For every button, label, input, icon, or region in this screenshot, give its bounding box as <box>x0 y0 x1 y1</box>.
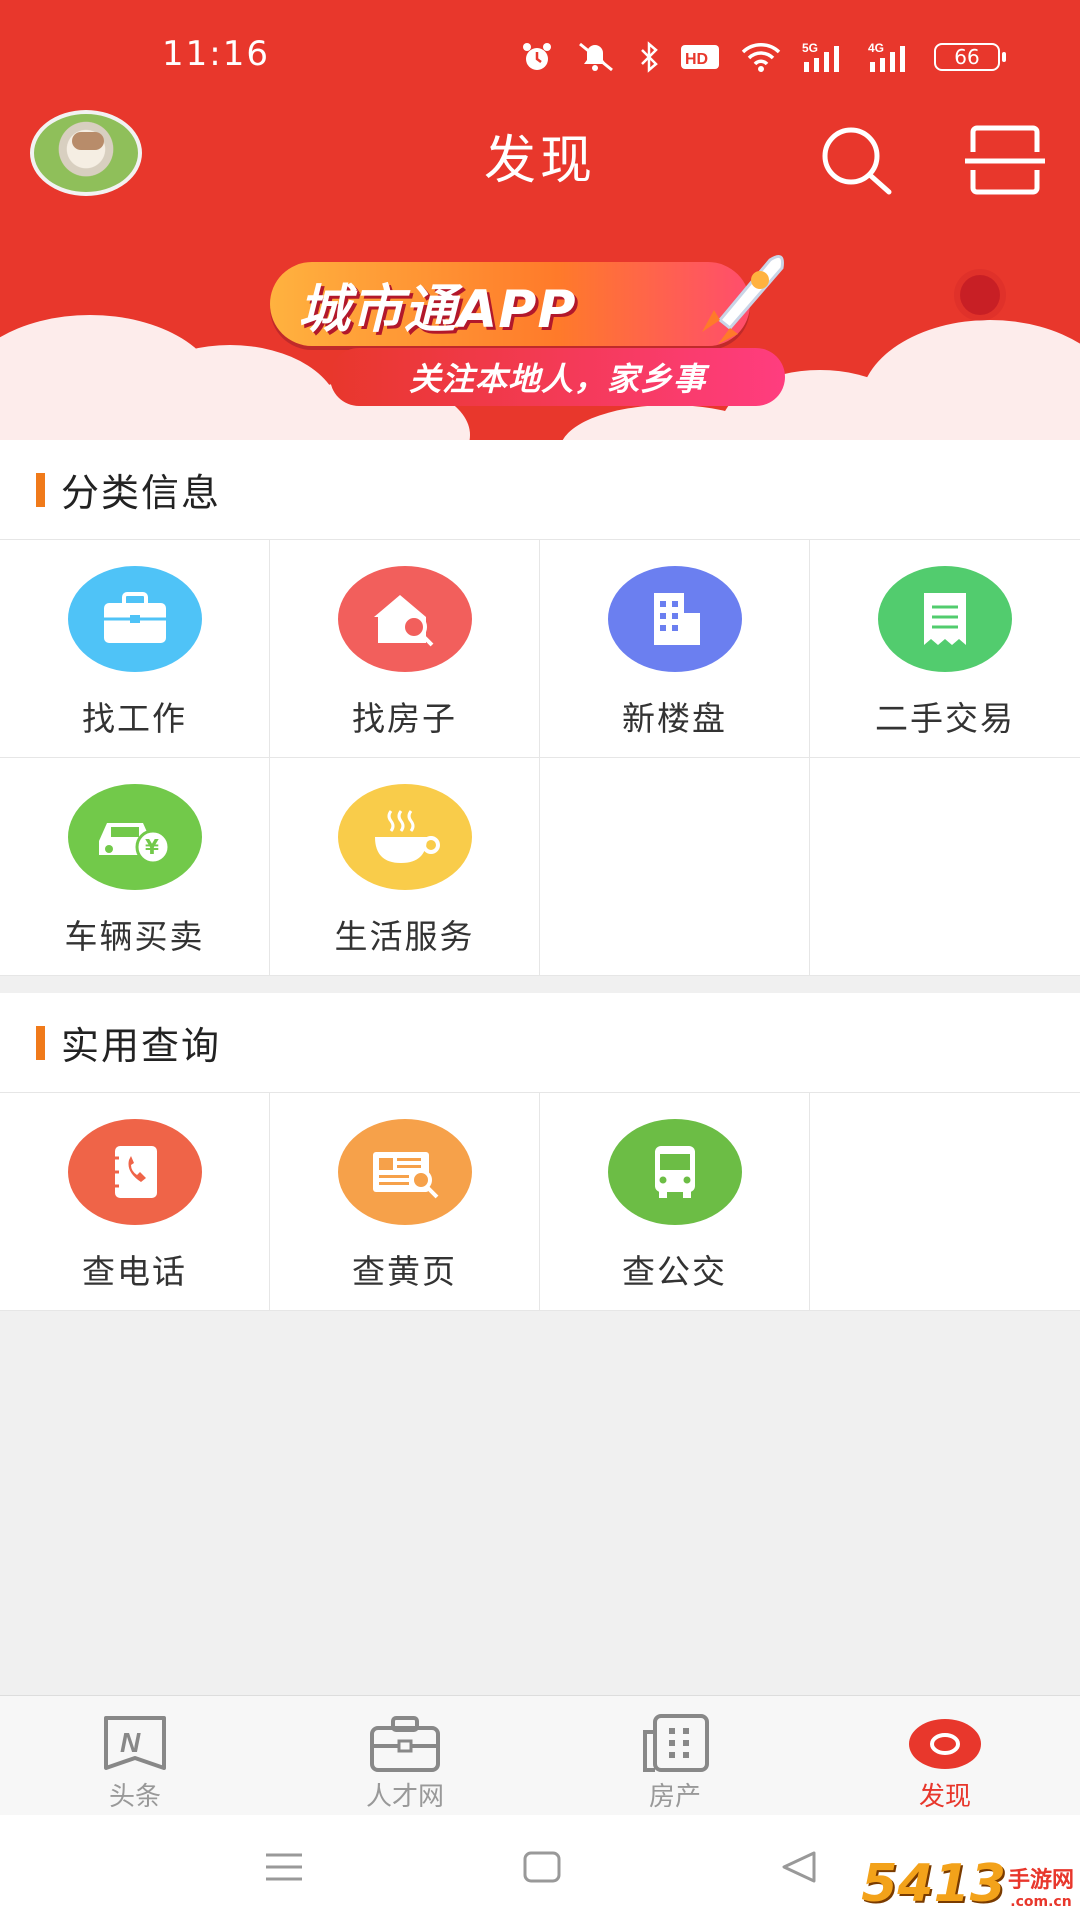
grid-item-label: 二手交易 <box>875 699 1015 738</box>
search-icon <box>822 127 892 195</box>
phone-book-icon <box>67 1119 202 1225</box>
section-title: 实用查询 <box>61 1024 222 1068</box>
bus-icon <box>607 1119 742 1225</box>
cloud-decoration <box>860 320 1080 440</box>
category-section: 分类信息 找工作 找房子 新楼盘 二手交易 ¥ 车辆买卖 生活服务 <box>0 440 1080 976</box>
grid-item-label: 查公交 <box>622 1252 727 1291</box>
svg-text:HD: HD <box>685 51 708 68</box>
banner-subtitle-pill: 关注本地人，家乡事 <box>330 348 785 406</box>
banner-title-pill: 城市通APP <box>270 262 750 346</box>
watermark-text: 手游网 <box>1007 1868 1074 1893</box>
grid-item-new-buildings[interactable]: 新楼盘 <box>540 540 810 758</box>
section-title: 分类信息 <box>61 471 222 515</box>
svg-text:5G: 5G <box>802 41 818 55</box>
car-yuan-icon: ¥ <box>67 784 202 890</box>
battery-level: 66 <box>954 45 980 69</box>
grid-item-housing[interactable]: 找房子 <box>270 540 540 758</box>
banner-title: 城市通APP <box>298 279 577 340</box>
newspaper-search-icon <box>337 1119 472 1225</box>
signal-5g-icon: 5G <box>802 41 839 72</box>
battery-indicator: 66 <box>934 43 1006 71</box>
query-section: 实用查询 查电话 查黄页 查公交 <box>0 993 1080 1311</box>
category-grid: 找工作 找房子 新楼盘 二手交易 ¥ 车辆买卖 生活服务 <box>0 540 1080 976</box>
grid-item-second-hand[interactable]: 二手交易 <box>810 540 1080 758</box>
search-button[interactable] <box>815 120 895 200</box>
watermark-url: .com.cn <box>1010 1894 1072 1910</box>
banner-subtitle: 关注本地人，家乡事 <box>408 360 706 398</box>
tab-label: 发现 <box>918 1782 971 1812</box>
section-header: 分类信息 <box>0 440 1080 540</box>
section-accent-bar <box>36 1025 45 1060</box>
title-bar: 发现 <box>0 110 1080 220</box>
wifi-icon <box>741 43 781 72</box>
hd-icon: HD <box>681 45 719 69</box>
tab-label: 房产 <box>648 1782 701 1812</box>
grid-item-life-services[interactable]: 生活服务 <box>270 758 540 976</box>
grid-item-yellow-pages[interactable]: 查黄页 <box>270 1093 540 1311</box>
grid-item-jobs[interactable]: 找工作 <box>0 540 270 758</box>
svg-text:¥: ¥ <box>145 835 159 859</box>
grid-item-label: 查黄页 <box>352 1252 457 1291</box>
building-tab-icon <box>639 1714 711 1774</box>
grid-item-phone[interactable]: 查电话 <box>0 1093 270 1311</box>
menu-icon[interactable] <box>264 1847 304 1887</box>
grid-item-label: 找工作 <box>82 699 187 738</box>
grid-item-bus[interactable]: 查公交 <box>540 1093 810 1311</box>
header: 11:16 HD 5G 4G 66 发现 城市通APP 关注本地人，家乡事 <box>0 0 1080 440</box>
page-title: 发现 <box>483 131 596 191</box>
section-accent-bar <box>36 472 45 507</box>
briefcase-tab-icon <box>369 1714 441 1774</box>
status-time: 11:16 <box>162 34 270 74</box>
scan-icon <box>965 125 1045 195</box>
eye-icon <box>908 1714 982 1774</box>
house-search-icon <box>337 566 472 672</box>
planet-decoration <box>960 275 1000 315</box>
watermark-side: 手游网 .com.cn <box>1008 1862 1074 1910</box>
receipt-icon <box>878 566 1012 672</box>
rocket-icon <box>702 254 784 344</box>
grid-item-empty <box>810 1093 1080 1311</box>
tab-discover[interactable]: 发现 <box>810 1696 1080 1816</box>
grid-item-label: 生活服务 <box>334 917 475 956</box>
status-icons: HD 5G 4G 66 <box>520 40 1006 74</box>
watermark-number: 5413 <box>861 1854 1006 1914</box>
grid-item-label: 查电话 <box>82 1252 187 1291</box>
section-header: 实用查询 <box>0 993 1080 1093</box>
grid-item-empty <box>540 758 810 976</box>
svg-text:4G: 4G <box>868 41 884 55</box>
bottom-tab-bar: N 头条 人才网 房产 发现 <box>0 1695 1080 1815</box>
svg-text:N: N <box>120 1727 141 1758</box>
tab-realestate[interactable]: 房产 <box>540 1696 810 1816</box>
grid-item-label: 找房子 <box>352 699 457 738</box>
query-grid: 查电话 查黄页 查公交 <box>0 1093 1080 1311</box>
grid-item-label: 新楼盘 <box>622 699 727 738</box>
signal-4g-icon: 4G <box>868 41 905 72</box>
tab-headlines[interactable]: N 头条 <box>0 1696 270 1816</box>
grid-item-label: 车辆买卖 <box>64 917 205 956</box>
mute-icon <box>579 42 613 72</box>
building-icon <box>607 566 742 672</box>
home-icon[interactable] <box>522 1847 562 1887</box>
promo-banner[interactable]: 城市通APP 关注本地人，家乡事 <box>0 220 1080 440</box>
back-icon[interactable] <box>780 1847 820 1887</box>
coffee-cup-icon <box>337 784 472 890</box>
grid-item-empty <box>810 758 1080 976</box>
tab-label: 人才网 <box>365 1782 444 1812</box>
briefcase-icon <box>67 566 202 672</box>
alarm-icon <box>523 43 551 70</box>
grid-item-vehicles[interactable]: ¥ 车辆买卖 <box>0 758 270 976</box>
scan-button[interactable] <box>965 120 1045 200</box>
tab-talent[interactable]: 人才网 <box>270 1696 540 1816</box>
bluetooth-icon <box>641 41 658 73</box>
status-bar: 11:16 HD 5G 4G 66 <box>0 0 1080 110</box>
site-watermark: 5413 手游网 .com.cn <box>861 1858 1074 1910</box>
news-n-icon: N <box>102 1714 168 1774</box>
tab-label: 头条 <box>108 1782 161 1812</box>
